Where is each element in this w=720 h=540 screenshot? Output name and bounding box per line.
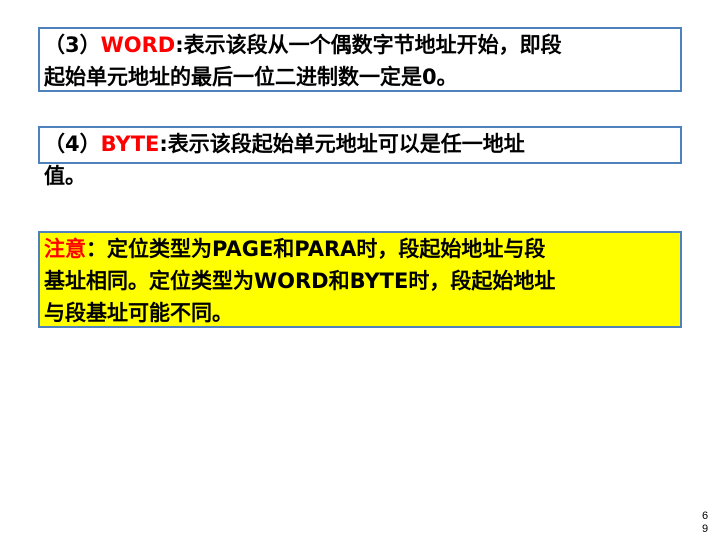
slide: （3）WORD:表示该段从一个偶数字节地址开始，即段 起始单元地址的最后一位二进… <box>0 0 720 540</box>
byte-description: :表示该段起始单元地址可以是任一地址 <box>159 132 525 156</box>
byte-keyword: BYTE <box>100 132 160 156</box>
word-line-1: （3）WORD:表示该段从一个偶数字节地址开始，即段 <box>44 29 680 61</box>
word-line-2: 起始单元地址的最后一位二进制数一定是0。 <box>44 65 458 89</box>
page-number: 69 <box>702 510 709 535</box>
word-keyword: WORD <box>100 33 176 57</box>
note-line-2: 基址相同。定位类型为WORD和BYTE时，段起始地址 <box>44 269 556 293</box>
word-description: :表示该段从一个偶数字节地址开始，即段 <box>175 33 562 57</box>
note-label: 注意 <box>44 237 86 261</box>
word-definition-box: （3）WORD:表示该段从一个偶数字节地址开始，即段 起始单元地址的最后一位二进… <box>38 27 682 92</box>
note-line-3: 与段基址可能不同。 <box>44 301 233 325</box>
note-box: 注意：定位类型为PAGE和PARA时，段起始地址与段 基址相同。定位类型为WOR… <box>38 231 682 328</box>
word-item-number: （3） <box>44 33 101 57</box>
byte-line-2: 值。 <box>44 164 86 188</box>
byte-line-1: （4）BYTE:表示该段起始单元地址可以是任一地址 <box>44 128 680 160</box>
note-line-1: 注意：定位类型为PAGE和PARA时，段起始地址与段 <box>44 233 680 265</box>
byte-definition-box: （4）BYTE:表示该段起始单元地址可以是任一地址 值。 <box>38 126 682 188</box>
note-text-1: ：定位类型为PAGE和PARA时，段起始地址与段 <box>86 237 546 261</box>
byte-item-number: （4） <box>44 132 101 156</box>
